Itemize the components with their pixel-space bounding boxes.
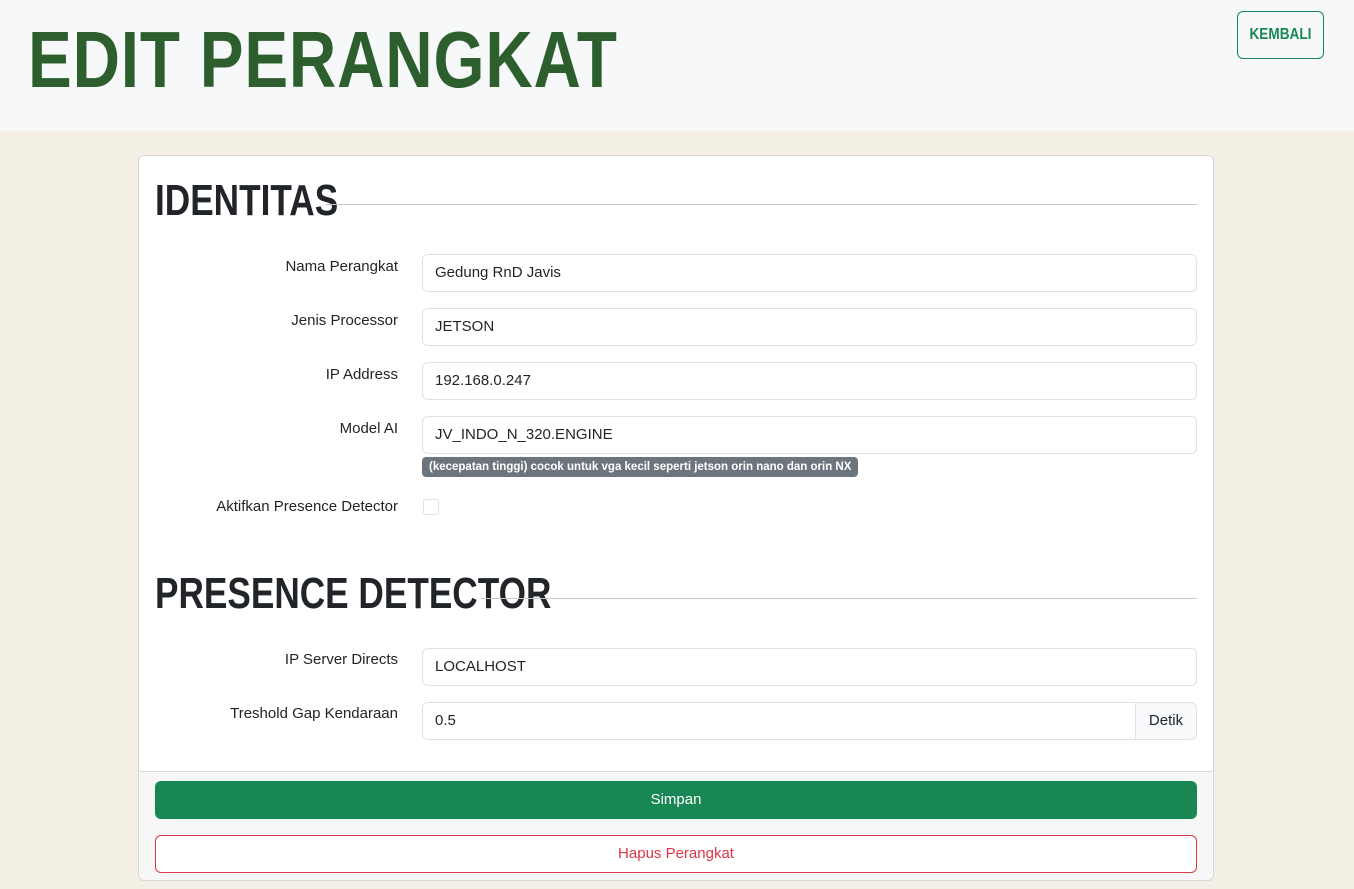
back-button-label: KEMBALI: [1249, 26, 1312, 43]
section-title-presence-detector: PRESENCE DETECTOR: [155, 569, 552, 618]
back-button[interactable]: KEMBALI: [1237, 11, 1324, 59]
label-jenis-processor: Jenis Processor: [291, 312, 398, 329]
section-divider: [481, 598, 1197, 599]
nama-perangkat-input[interactable]: Gedung RnD Javis: [422, 254, 1197, 292]
save-button[interactable]: Simpan: [155, 781, 1197, 819]
card-footer: Simpan Hapus Perangkat: [139, 771, 1213, 880]
section-divider: [326, 204, 1197, 205]
label-model-ai: Model AI: [339, 420, 398, 437]
treshold-unit-addon: Detik: [1135, 702, 1197, 740]
label-ip-address: IP Address: [325, 366, 398, 383]
page-title: EDIT PERANGKAT: [28, 15, 618, 104]
section-title-identitas: IDENTITAS: [155, 176, 339, 225]
presence-detector-checkbox[interactable]: [423, 499, 439, 515]
page-header: EDIT PERANGKAT KEMBALI: [0, 0, 1354, 131]
label-ip-server-directs: IP Server Directs: [284, 651, 398, 668]
treshold-gap-input[interactable]: 0.5: [422, 702, 1135, 740]
label-nama-perangkat: Nama Perangkat: [285, 258, 398, 275]
model-ai-select[interactable]: JV_INDO_N_320.ENGINE: [422, 416, 1197, 454]
jenis-processor-input[interactable]: JETSON: [422, 308, 1197, 346]
ip-server-directs-input[interactable]: LOCALHOST: [422, 648, 1197, 686]
label-treshold-gap: Treshold Gap Kendaraan: [230, 705, 398, 722]
label-aktifkan-presence: Aktifkan Presence Detector: [216, 498, 398, 515]
delete-device-button[interactable]: Hapus Perangkat: [155, 835, 1197, 873]
ip-address-input[interactable]: 192.168.0.247: [422, 362, 1197, 400]
model-ai-help-badge: (kecepatan tinggi) cocok untuk vga kecil…: [422, 457, 859, 477]
device-form-card: IDENTITAS Nama Perangkat Gedung RnD Javi…: [138, 155, 1214, 881]
